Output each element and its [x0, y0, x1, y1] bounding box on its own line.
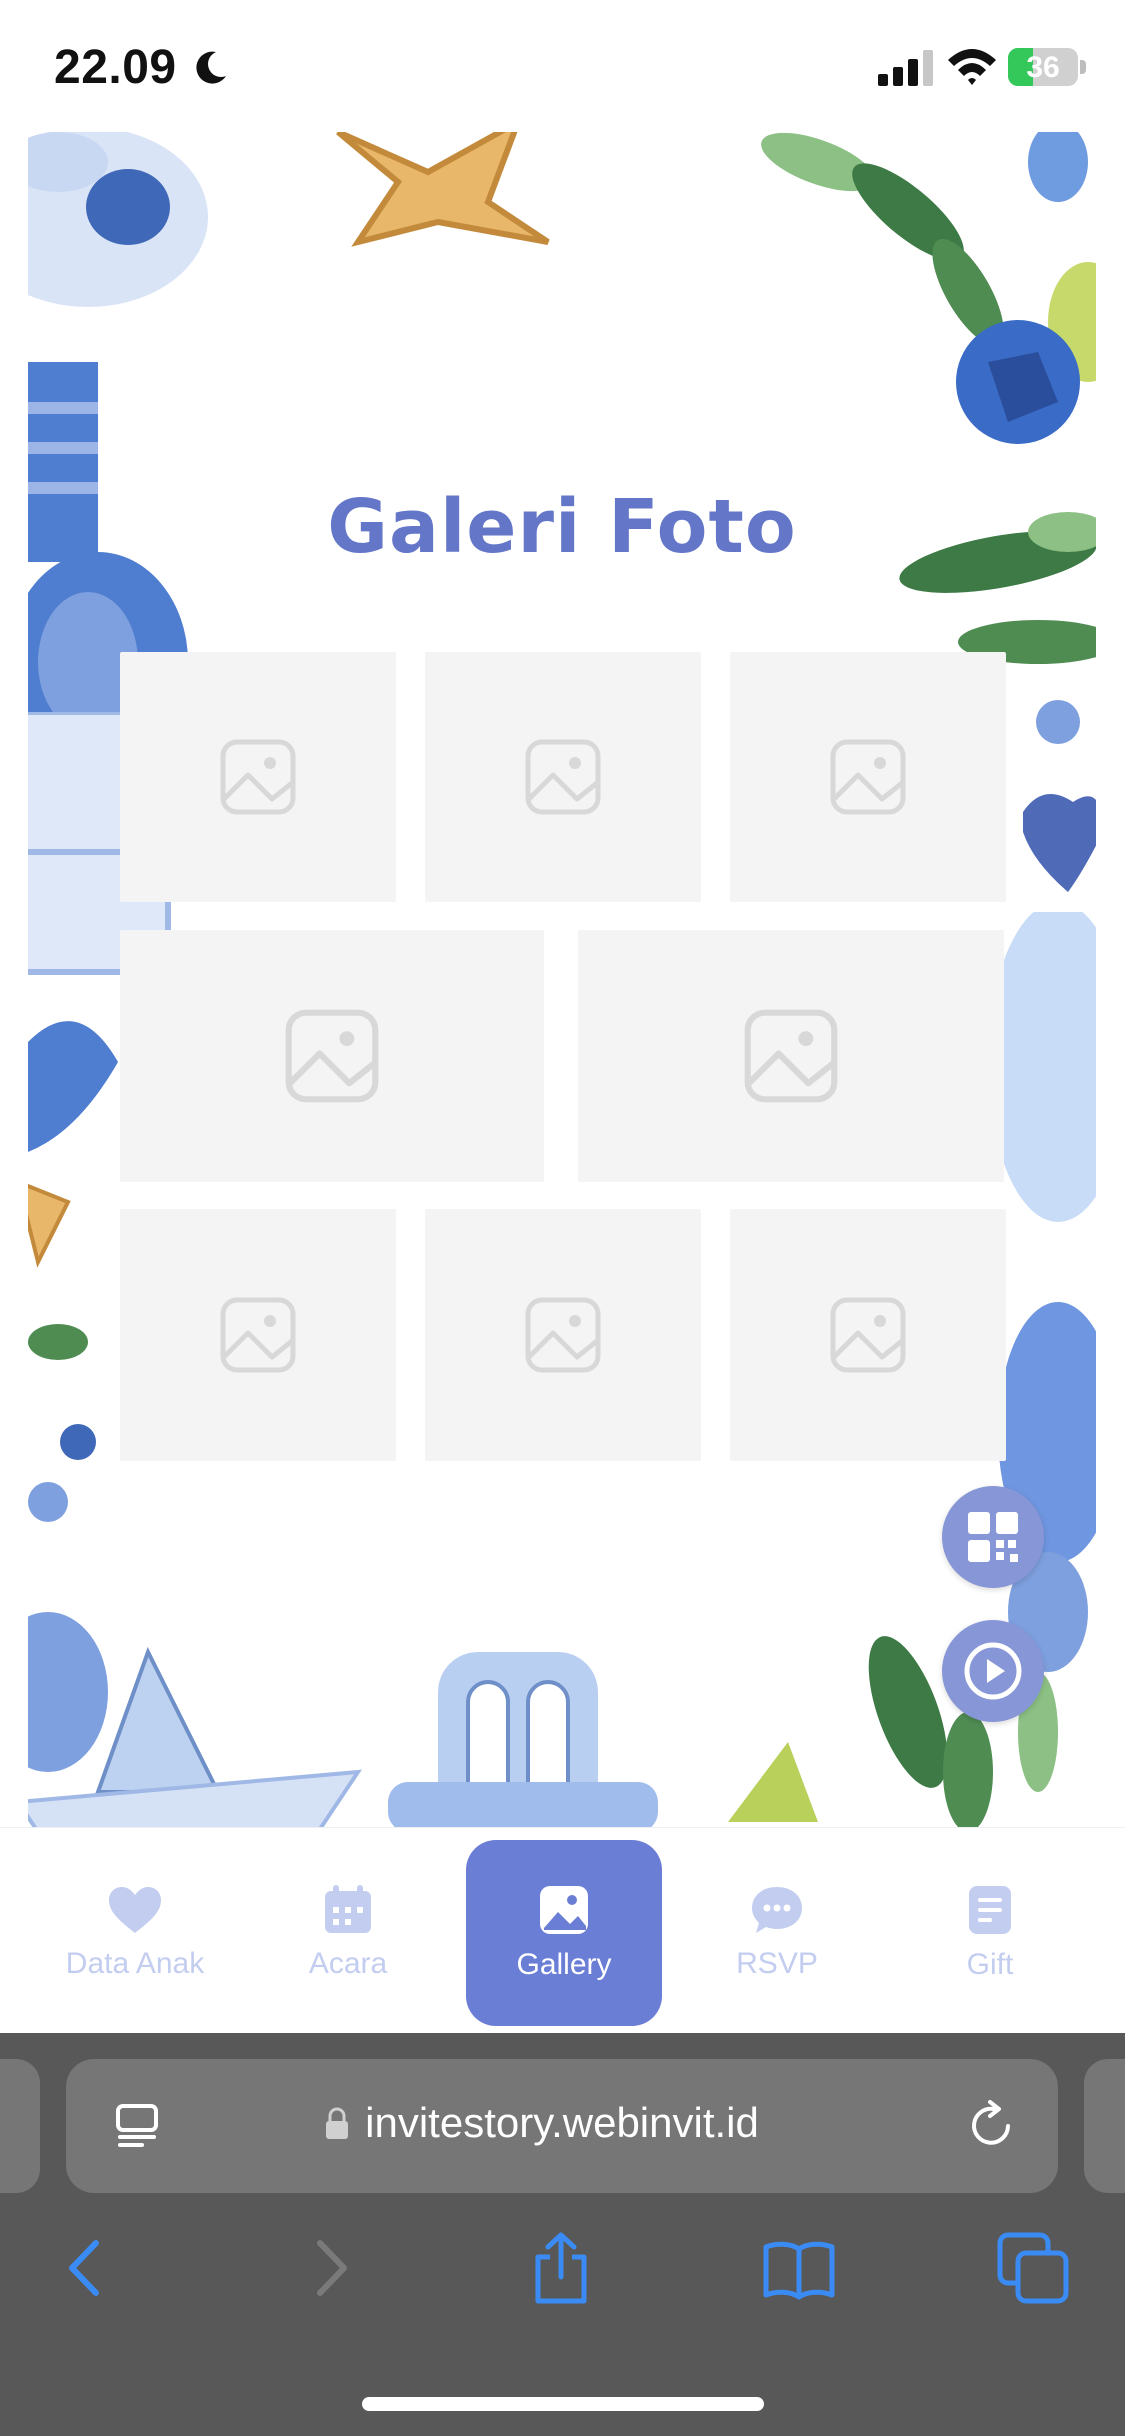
tab-label: RSVP: [736, 1947, 818, 1980]
status-time: 22.09: [54, 41, 177, 94]
forward-icon[interactable]: [292, 2231, 366, 2305]
tab-label: Gift: [966, 1948, 1014, 1981]
document-icon: [969, 1886, 1011, 1934]
photo-placeholder[interactable]: [425, 1209, 701, 1461]
chat-bubble-icon: [752, 1887, 802, 1933]
decorative-blue-flower-illustration: [956, 320, 1080, 444]
tabs-icon[interactable]: [996, 2231, 1070, 2305]
decorative-star-illustration: [336, 132, 550, 247]
next-tab-preview[interactable]: [1084, 2059, 1125, 2193]
image-icon: [540, 1886, 588, 1934]
web-content: Galeri Foto: [28, 132, 1096, 1827]
moon-icon: [196, 51, 226, 84]
tab-gallery[interactable]: Gallery: [466, 1840, 662, 2026]
decorative-chair-illustration: [388, 1652, 658, 1827]
image-placeholder-icon: [525, 1297, 601, 1373]
back-icon[interactable]: [50, 2231, 124, 2305]
page-title: Galeri Foto: [327, 484, 797, 570]
qr-code-button[interactable]: [942, 1486, 1044, 1588]
tab-acara[interactable]: Acara: [250, 1840, 446, 2026]
cellular-signal-icon: [878, 50, 933, 86]
tab-label: Gallery: [516, 1948, 612, 1981]
reload-icon[interactable]: [964, 2099, 1018, 2153]
address-bar[interactable]: invitestory.webinvit.id: [66, 2059, 1058, 2193]
heart-icon: [109, 1887, 161, 1933]
battery-percent: 36: [1026, 51, 1060, 84]
photo-placeholder[interactable]: [730, 1209, 1006, 1461]
photo-placeholder[interactable]: [120, 1209, 396, 1461]
decorative-flower-illustration: [28, 132, 208, 307]
image-placeholder-icon: [220, 739, 296, 815]
photo-placeholder[interactable]: [120, 930, 544, 1182]
tab-data-anak[interactable]: Data Anak: [37, 1840, 233, 2026]
tab-label: Data Anak: [65, 1947, 205, 1980]
decorative-boat-illustration: [28, 1612, 362, 1827]
calendar-icon: [325, 1885, 371, 1933]
battery-indicator: 36: [1008, 48, 1086, 88]
image-placeholder-icon: [830, 739, 906, 815]
browser-toolbar: invitestory.webinvit.id: [0, 2033, 1125, 2436]
image-placeholder-icon: [525, 739, 601, 815]
tab-label: Acara: [308, 1947, 388, 1980]
decorative-heart-illustration: [1023, 700, 1096, 892]
status-bar: 22.09 36: [0, 0, 1125, 130]
tab-rsvp[interactable]: RSVP: [679, 1840, 875, 2026]
image-placeholder-icon: [830, 1297, 906, 1373]
home-indicator: [362, 2397, 764, 2411]
image-placeholder-icon: [220, 1297, 296, 1373]
photo-placeholder[interactable]: [578, 930, 1004, 1182]
bottom-navigation: Data Anak Acara Gallery RSVP Gift: [0, 1827, 1125, 2033]
share-icon[interactable]: [524, 2231, 598, 2305]
photo-placeholder[interactable]: [120, 652, 396, 902]
previous-tab-preview[interactable]: [0, 2059, 40, 2193]
qr-code-icon: [968, 1512, 1018, 1562]
play-music-button[interactable]: [942, 1620, 1044, 1722]
wifi-icon: [948, 49, 996, 85]
bookmarks-icon[interactable]: [762, 2231, 836, 2305]
tab-gift[interactable]: Gift: [892, 1840, 1088, 2026]
play-icon: [964, 1642, 1022, 1700]
photo-placeholder[interactable]: [425, 652, 701, 902]
image-placeholder-icon: [744, 1009, 838, 1103]
decorative-leaves-illustration: [728, 1636, 1058, 1827]
image-placeholder-icon: [285, 1009, 379, 1103]
url-text[interactable]: invitestory.webinvit.id: [66, 2099, 1058, 2147]
photo-placeholder[interactable]: [730, 652, 1006, 902]
